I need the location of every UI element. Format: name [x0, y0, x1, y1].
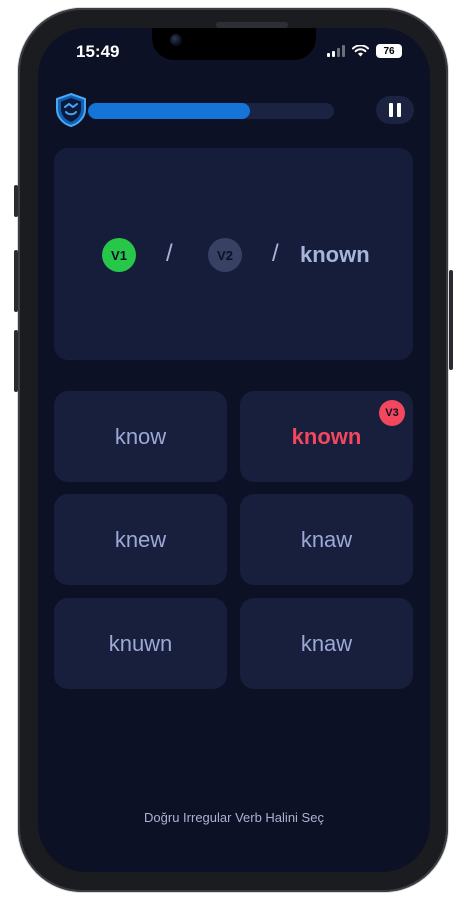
separator: / — [272, 240, 279, 267]
option-button[interactable]: knew — [54, 494, 227, 585]
front-camera — [170, 34, 182, 46]
battery-icon: 76 — [376, 44, 402, 58]
camera-notch — [152, 28, 316, 60]
mute-switch — [14, 185, 18, 217]
pause-icon — [397, 103, 401, 117]
option-button[interactable]: know — [54, 391, 227, 482]
verb-forms-row: V1 / V2 / known — [54, 238, 413, 272]
v3-answer: known — [300, 242, 370, 267]
option-label: knuwn — [108, 630, 173, 656]
option-button[interactable]: knaw — [240, 494, 413, 585]
option-label: known — [291, 423, 362, 449]
power-button — [449, 270, 453, 370]
question-card: V1 / V2 / known — [54, 148, 413, 360]
option-label: knaw — [300, 630, 353, 656]
instruction-text: Doğru Irregular Verb Halini Seç — [144, 810, 324, 825]
option-button-selected[interactable]: known V3 — [240, 391, 413, 482]
app-screen: 15:49 76 V1 / V2 / known know known V3 k… — [38, 28, 430, 872]
separator: / — [166, 240, 173, 267]
pause-icon — [389, 103, 393, 117]
option-label: knaw — [300, 526, 353, 552]
pause-button[interactable] — [376, 96, 414, 124]
status-icons: 76 — [327, 44, 402, 58]
v2-badge: V2 — [208, 238, 242, 272]
v1-badge: V1 — [102, 238, 136, 272]
quiz-top-bar — [54, 92, 414, 128]
option-button[interactable]: knaw — [240, 598, 413, 689]
progress-fill — [88, 103, 251, 119]
status-time: 15:49 — [76, 42, 120, 61]
v3-badge: V3 — [379, 400, 405, 426]
option-label: know — [114, 423, 167, 449]
option-label: knew — [114, 526, 167, 552]
cellular-signal-icon — [327, 45, 345, 57]
volume-up-button — [14, 250, 18, 312]
progress-bar — [88, 103, 334, 119]
shield-icon — [56, 92, 86, 128]
wifi-icon — [352, 45, 369, 57]
option-button[interactable]: knuwn — [54, 598, 227, 689]
volume-down-button — [14, 330, 18, 392]
